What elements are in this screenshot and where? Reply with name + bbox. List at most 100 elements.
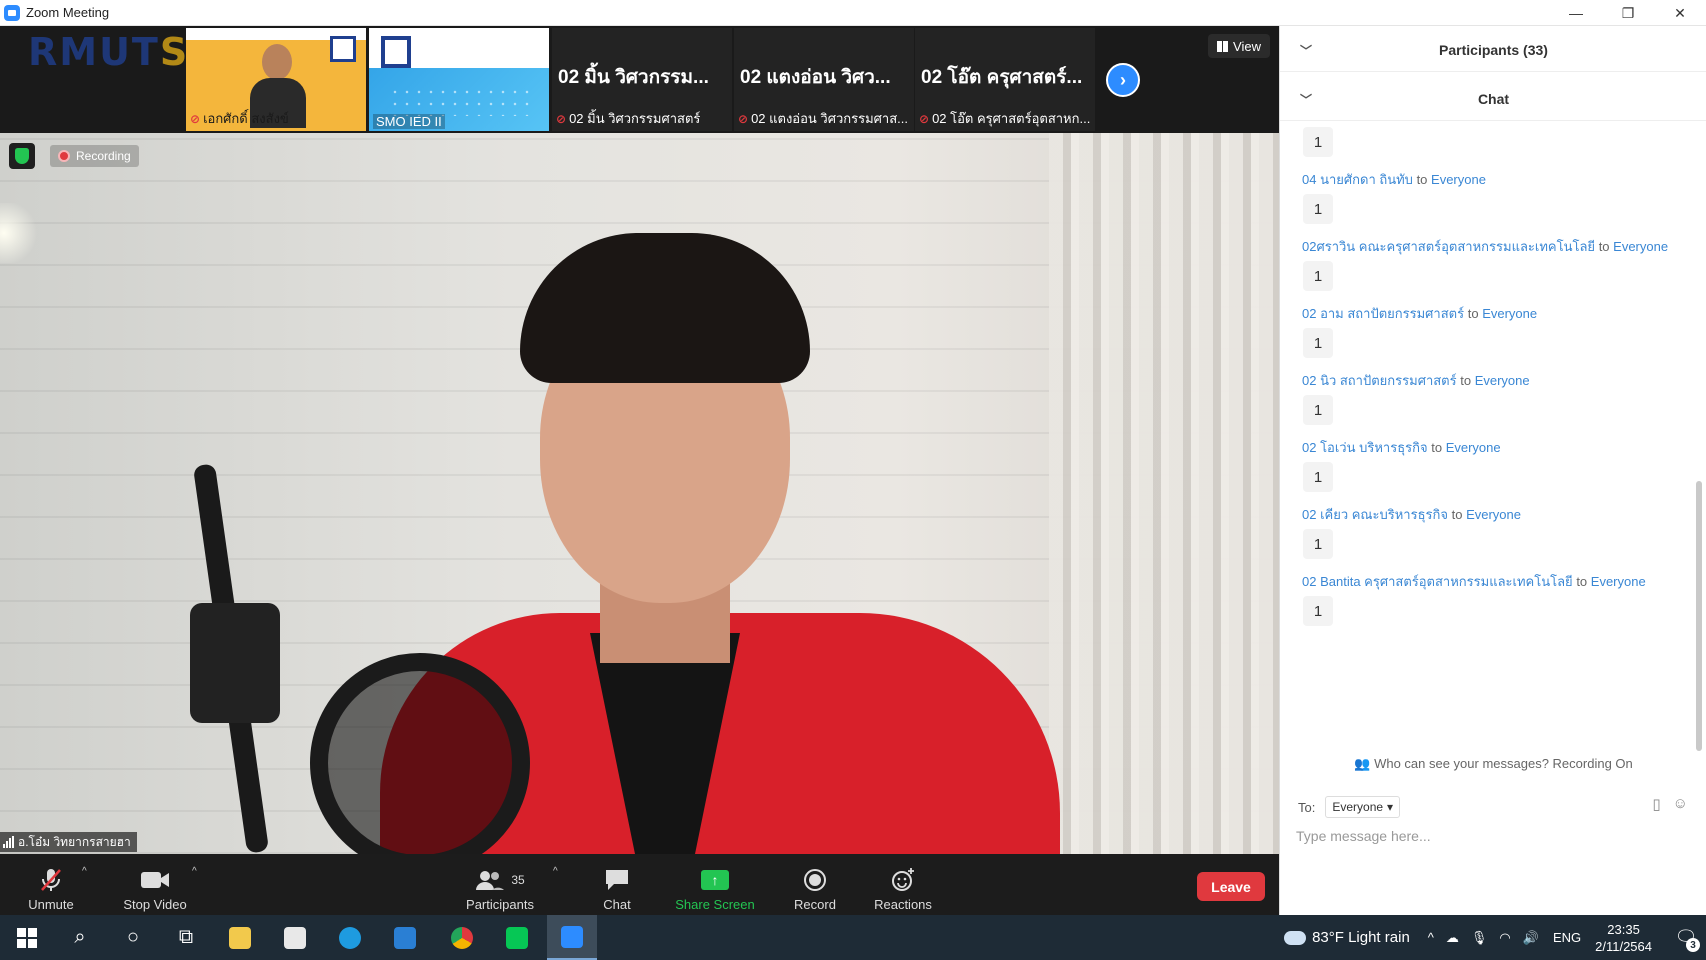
slide-pattern (389, 86, 529, 116)
record-dot-icon (58, 150, 70, 162)
minimize-button[interactable]: — (1550, 0, 1602, 26)
stop-video-button[interactable]: Stop Video (120, 860, 190, 912)
tile-display-name: 02 โอ๊ต ครุศาสตร์... (921, 67, 1083, 88)
participant-tile[interactable]: 02 แตงอ่อน วิศว... ⊘ 02 แตงอ่อน วิศวกรรม… (734, 28, 914, 131)
participants-panel-header[interactable]: ﹀ Participants (33) (1280, 28, 1706, 72)
participants-options-caret[interactable]: ^ (553, 866, 558, 877)
close-button[interactable]: ✕ (1654, 0, 1706, 26)
share-screen-button[interactable]: ↑ Share Screen (672, 860, 758, 912)
recording-label: Recording (76, 149, 131, 163)
file-icon[interactable]: ▯ (1652, 795, 1660, 813)
chat-sender[interactable]: 02ศราวิน คณะครุศาสตร์อุตสาหกรรมและเทคโนโ… (1302, 239, 1595, 254)
chat-message-header: 02 นิว สถาปัตยกรรมศาสตร์ to Everyone (1302, 373, 1530, 388)
clock[interactable]: 23:35 2/11/2564 (1595, 921, 1652, 955)
task-view-icon[interactable]: ⧉ (161, 915, 211, 960)
tile-name-label: ⊘ 02 แตงอ่อน วิศวกรรมศาส... (738, 108, 908, 129)
volume-icon[interactable]: 🔊 (1523, 930, 1539, 946)
weather-widget[interactable]: 83°F Light rain (1284, 929, 1410, 946)
restore-button[interactable]: ❐ (1602, 0, 1654, 26)
chat-message-input[interactable] (1296, 824, 1691, 848)
participants-icon: 35 (475, 867, 525, 893)
unmute-button[interactable]: Unmute (22, 860, 80, 912)
tile-name: 02 โอ๊ต ครุศาสตร์อุตสาหก... (932, 111, 1091, 126)
chat-recipient[interactable]: Everyone (1613, 239, 1668, 254)
rmuts-logo: RMUTS (28, 30, 190, 74)
cloud-rain-icon (1284, 930, 1307, 945)
chat-recipient[interactable]: Everyone (1431, 172, 1486, 187)
chat-message-list[interactable]: 1 04 นายศักดา ถินทับ to Everyone 1 02ศรา… (1280, 123, 1706, 771)
chat-message-header: 04 นายศักดา ถินทับ to Everyone (1302, 172, 1486, 187)
start-button[interactable] (2, 915, 52, 960)
tile-name-label: ⊘ 02 มิ้น วิศวกรรมศาสตร์ (556, 108, 700, 129)
tile-name-label: SMO IED II (373, 114, 445, 129)
zoom-taskbar-icon[interactable] (547, 915, 597, 960)
chat-message-text: 1 (1303, 462, 1333, 492)
recipient-select[interactable]: Everyone ▾ (1325, 796, 1401, 818)
chat-sender[interactable]: 02 โอเว่น บริหารธุรกิจ (1302, 440, 1428, 455)
audio-options-caret[interactable]: ^ (82, 866, 87, 877)
leave-button[interactable]: Leave (1197, 872, 1265, 901)
chat-sender[interactable]: 02 อาม สถาปัตยกรรมศาสตร์ (1302, 306, 1464, 321)
participant-tile[interactable]: 02 โอ๊ต ครุศาสตร์... ⊘ 02 โอ๊ต ครุศาสตร์… (915, 28, 1095, 131)
chat-recipient[interactable]: Everyone (1446, 440, 1501, 455)
chat-header-title: Chat (1477, 90, 1510, 107)
chat-sender[interactable]: 02 เคียว คณะบริหารธุรกิจ (1302, 507, 1448, 522)
chat-message-header: 02 เคียว คณะบริหารธุรกิจ to Everyone (1302, 507, 1521, 522)
chevron-down-icon: ▾ (1387, 800, 1394, 814)
edge-icon[interactable] (325, 915, 375, 960)
store-icon[interactable] (270, 915, 320, 960)
chat-privacy-note[interactable]: 👥 Who can see your messages? Recording O… (1280, 756, 1706, 772)
chat-recipient-row: To: Everyone ▾ ▯ ☺ (1298, 795, 1698, 819)
emoji-icon[interactable]: ☺ (1673, 795, 1688, 813)
participant-tile[interactable]: ⊘ เอกศักดิ์ สงสังข์ (186, 28, 366, 131)
tile-name: เอกศักดิ์ สงสังข์ (203, 111, 289, 126)
notification-center-icon[interactable]: 🗨 3 (1666, 915, 1706, 960)
chat-recipient[interactable]: Everyone (1466, 507, 1521, 522)
mic-off-icon (38, 867, 64, 893)
view-button[interactable]: View (1208, 34, 1270, 58)
chat-sender[interactable]: 04 นายศักดา ถินทับ (1302, 172, 1413, 187)
file-explorer-icon[interactable] (215, 915, 265, 960)
participants-button[interactable]: 35 Participants (462, 860, 538, 912)
next-page-button[interactable]: › (1106, 63, 1140, 97)
view-label: View (1233, 38, 1261, 54)
chat-recipient[interactable]: Everyone (1591, 574, 1646, 589)
mic-muted-icon: ⊘ (556, 111, 567, 126)
participant-tile[interactable]: 02 มิ้น วิศวกรรม... ⊘ 02 มิ้น วิศวกรรมศา… (552, 28, 732, 131)
chevron-up-icon[interactable]: ^ (1428, 930, 1434, 945)
chrome-icon[interactable] (437, 915, 487, 960)
grid-view-icon (1217, 40, 1229, 52)
zoom-app-icon (4, 4, 20, 21)
security-shield-icon[interactable] (9, 143, 35, 169)
wifi-icon[interactable]: ◠ (1499, 930, 1510, 946)
chevron-down-icon[interactable]: ﹀ (1300, 42, 1312, 59)
onedrive-icon[interactable]: ☁ (1446, 930, 1459, 946)
chat-message-text: 1 (1303, 261, 1333, 291)
chevron-down-icon[interactable]: ﹀ (1300, 91, 1312, 108)
input-language[interactable]: ENG (1553, 930, 1581, 945)
chat-message-text: 1 (1303, 328, 1333, 358)
tile-name: SMO IED II (376, 114, 442, 129)
line-app-icon[interactable] (492, 915, 542, 960)
mail-icon[interactable] (380, 915, 430, 960)
participant-tile[interactable]: SMO IED II (369, 28, 549, 131)
chat-button[interactable]: Chat (595, 860, 639, 912)
reactions-smiley-icon (890, 867, 916, 893)
search-icon[interactable]: ⌕ (55, 915, 105, 960)
chat-recipient[interactable]: Everyone (1475, 373, 1530, 388)
chat-sender[interactable]: 02 Bantita ครุศาสตร์อุตสาหกรรมและเทคโนโล… (1302, 574, 1573, 589)
chat-recipient[interactable]: Everyone (1482, 306, 1537, 321)
microphone-icon[interactable]: 🎙 (1471, 930, 1488, 946)
video-options-caret[interactable]: ^ (192, 866, 197, 877)
chat-bubble-icon (604, 867, 630, 893)
slide-logo (330, 36, 356, 62)
record-button[interactable]: Record (790, 860, 840, 912)
chat-panel-header[interactable]: ﹀ Chat (1280, 77, 1706, 121)
chat-message-text: 1 (1303, 395, 1333, 425)
reactions-button[interactable]: Reactions (870, 860, 936, 912)
cortana-icon[interactable]: ○ (108, 915, 158, 960)
chat-scrollbar[interactable] (1696, 481, 1702, 751)
tile-name: 02 แตงอ่อน วิศวกรรมศาส... (751, 111, 908, 126)
chat-sender[interactable]: 02 นิว สถาปัตยกรรมศาสตร์ (1302, 373, 1457, 388)
chat-message-text: 1 (1303, 529, 1333, 559)
